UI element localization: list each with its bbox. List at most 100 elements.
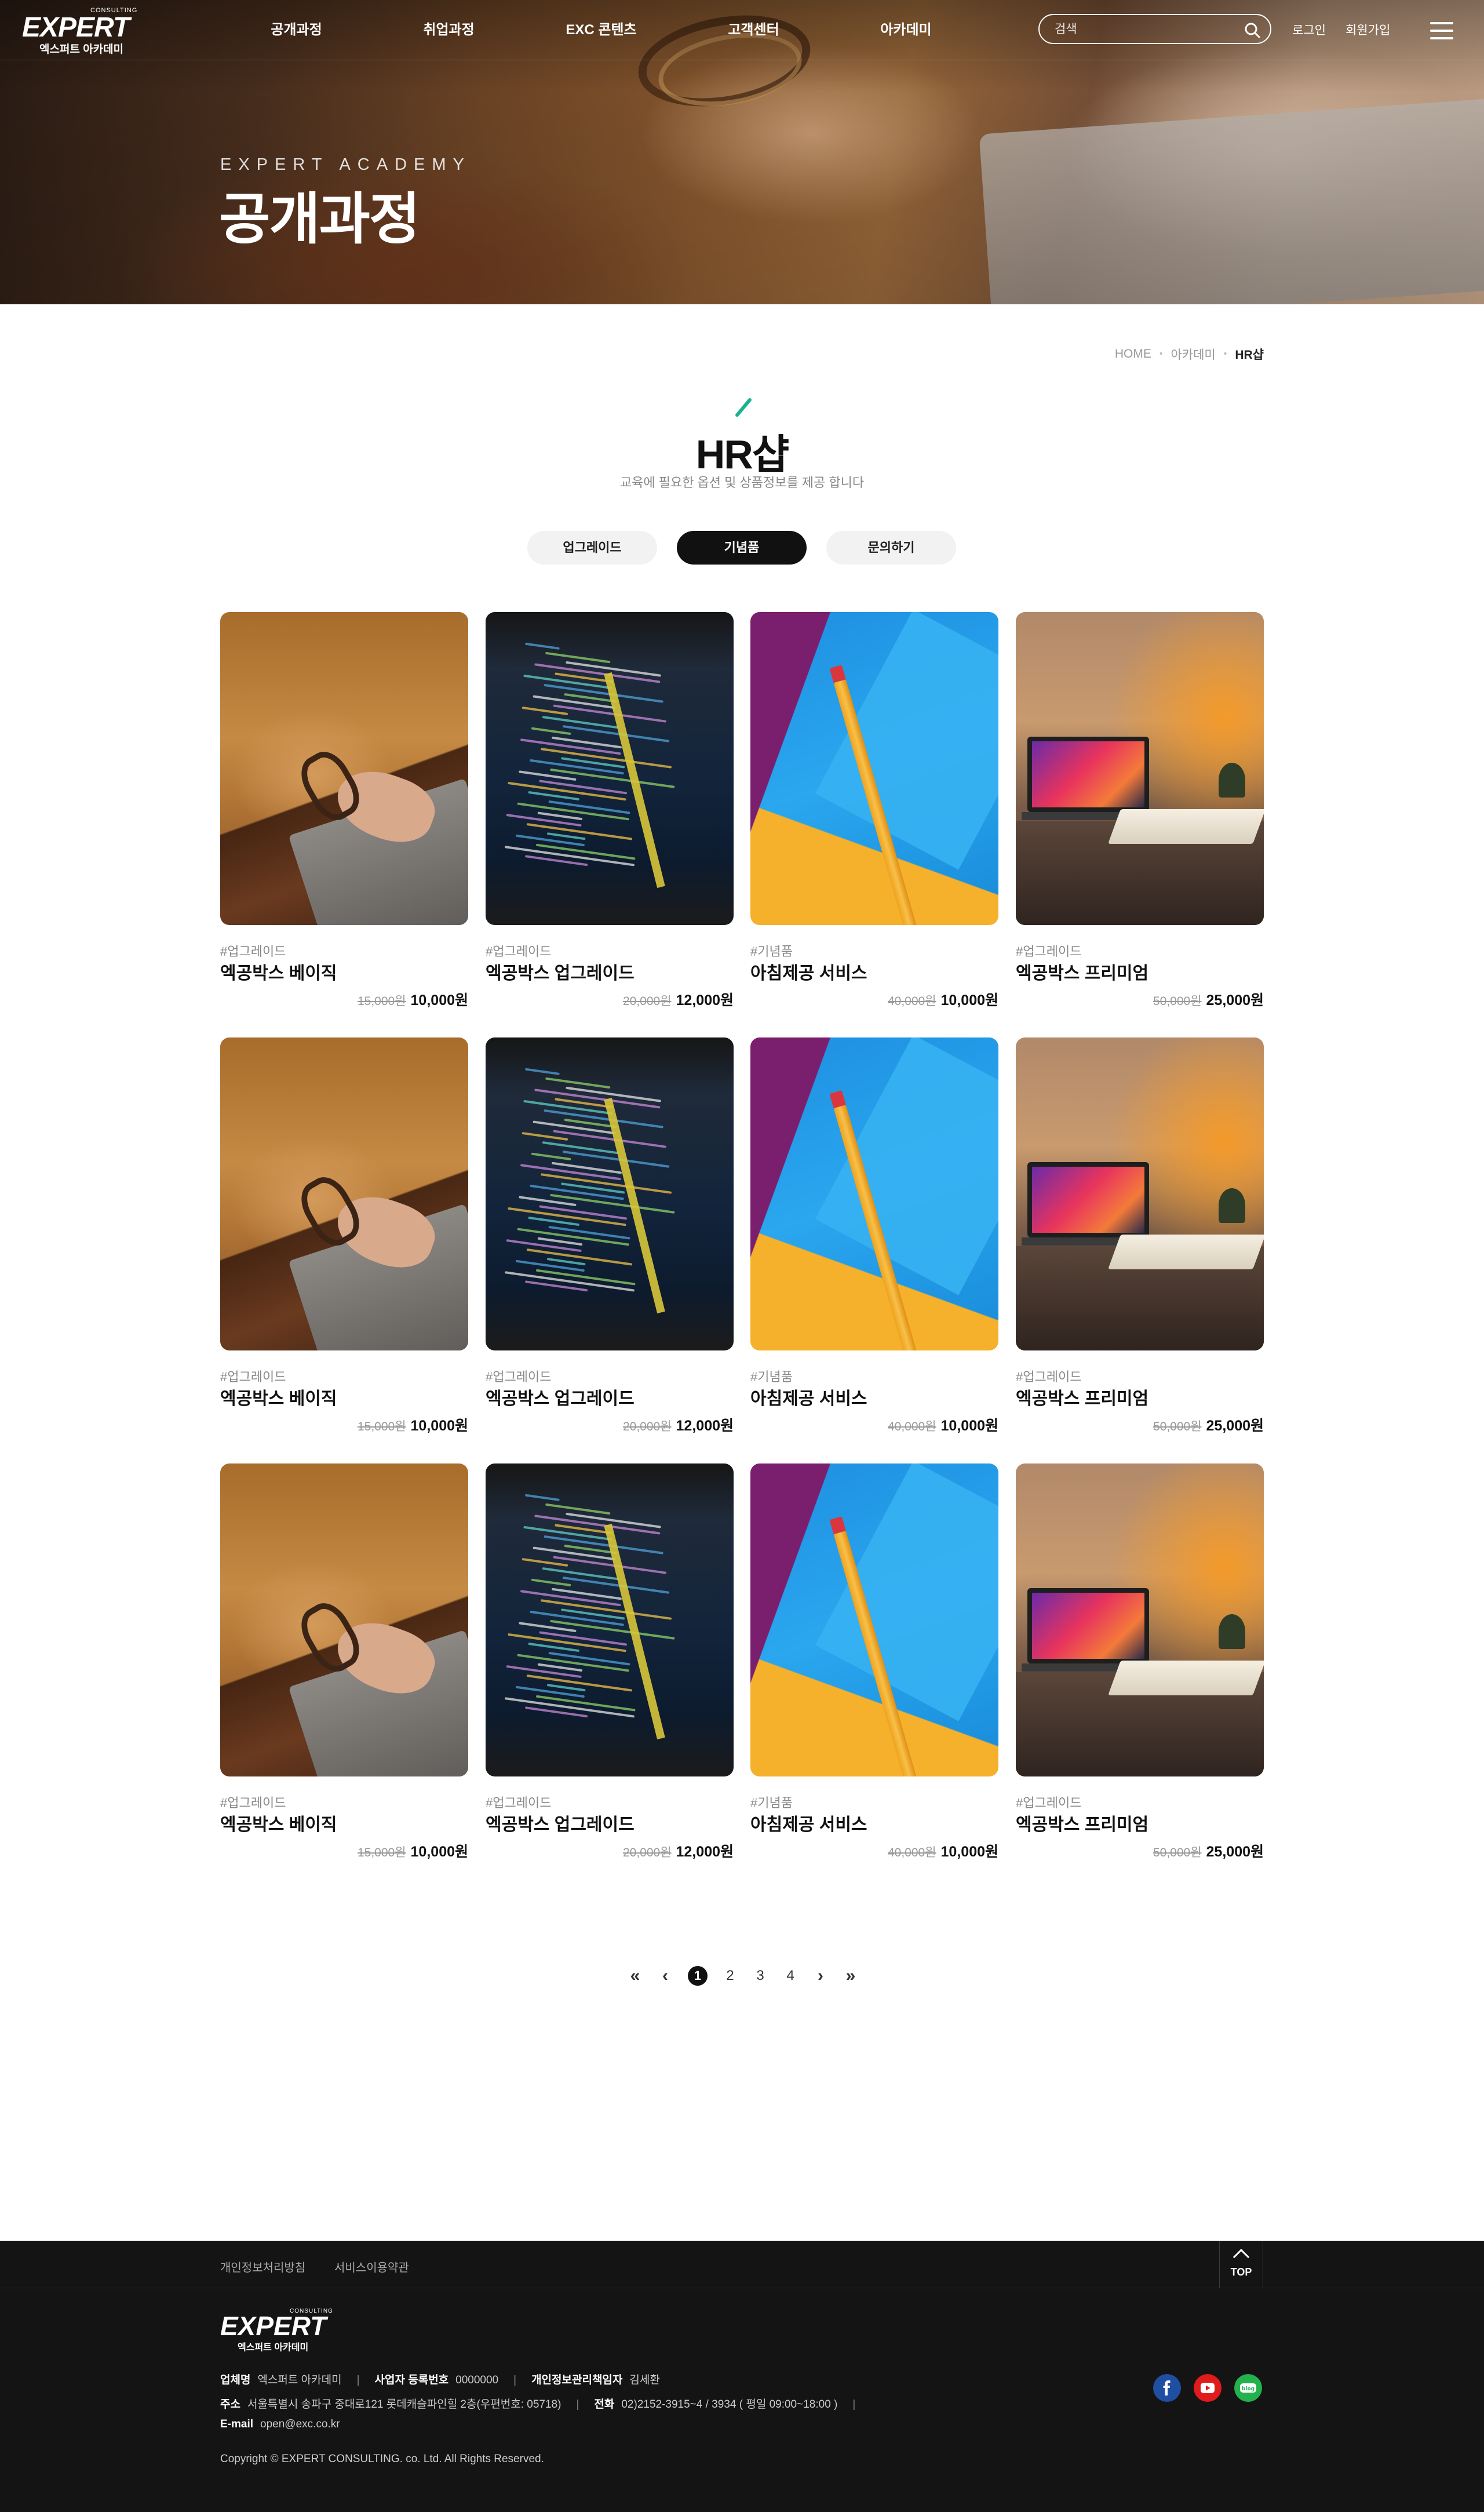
product-name[interactable]: 엑공박스 업그레이드 <box>486 959 635 984</box>
first-page-icon[interactable]: « <box>628 1966 643 1986</box>
privacy-officer-label: 개인정보관리책임자 <box>531 2374 623 2386</box>
footer-email-info: E-mail open@exc.co.kr <box>220 2418 340 2431</box>
tab-souvenir[interactable]: 기념품 <box>677 531 807 565</box>
product-image[interactable] <box>486 1463 734 1776</box>
main-nav: 공개과정 취업과정 EXC 콘텐츠 고객센터 아카데미 <box>220 0 982 60</box>
product-image[interactable] <box>750 612 998 925</box>
product-card[interactable]: #업그레이드 엑공박스 업그레이드 20,000원 12,000원 <box>486 612 734 1009</box>
product-tag: #업그레이드 <box>1016 1796 1082 1810</box>
product-sale-price: 25,000원 <box>1206 1844 1264 1860</box>
tab-inquiry[interactable]: 문의하기 <box>826 531 956 565</box>
email-label: E-mail <box>220 2418 254 2430</box>
breadcrumb-home[interactable]: HOME <box>1115 347 1151 361</box>
page-subtitle: 교육에 필요한 옵션 및 상품정보를 제공 합니다 <box>619 475 865 490</box>
product-image[interactable] <box>486 612 734 925</box>
nav-item-customer-center[interactable]: 고객센터 <box>677 0 830 60</box>
footer-company-info: 업체명 엑스퍼트 아카데미 | 사업자 등록번호 0000000 | 개인정보관리책임자 김세… <box>220 2374 660 2386</box>
product-image[interactable] <box>1016 612 1264 925</box>
product-sale-price: 10,000원 <box>940 992 998 1009</box>
product-card[interactable]: #업그레이드 엑공박스 업그레이드 20,000원 12,000원 <box>486 1037 734 1434</box>
search-input[interactable] <box>1055 21 1240 38</box>
last-page-icon[interactable]: » <box>843 1966 858 1986</box>
page-4[interactable]: 4 <box>783 1968 798 1984</box>
product-card[interactable]: #업그레이드 엑공박스 업그레이드 20,000원 12,000원 <box>486 1463 734 1861</box>
product-name[interactable]: 아침제공 서비스 <box>750 1384 867 1410</box>
product-sale-price: 12,000원 <box>676 1418 734 1434</box>
product-price-row: 15,000원 10,000원 <box>358 1840 468 1861</box>
breadcrumb-separator-icon: • <box>1159 349 1163 359</box>
product-name[interactable]: 엑공박스 베이직 <box>220 1810 337 1836</box>
product-card[interactable]: #업그레이드 엑공박스 프리미엄 50,000원 25,000원 <box>1016 1463 1264 1861</box>
breadcrumb-academy[interactable]: 아카데미 <box>1171 345 1215 363</box>
product-image[interactable] <box>220 612 468 925</box>
product-price-row: 20,000원 12,000원 <box>623 1840 734 1861</box>
product-image[interactable] <box>750 1037 998 1350</box>
breadcrumb-separator-icon: • <box>1223 349 1227 359</box>
prev-page-icon[interactable]: ‹ <box>658 1966 673 1986</box>
product-tag: #업그레이드 <box>220 1370 286 1384</box>
product-image[interactable] <box>220 1463 468 1776</box>
product-name[interactable]: 엑공박스 프리미엄 <box>1016 1810 1148 1836</box>
product-original-price: 15,000원 <box>357 1846 406 1859</box>
facebook-icon[interactable] <box>1153 2374 1181 2402</box>
scroll-top-label: TOP <box>1230 2266 1252 2278</box>
product-card[interactable]: #업그레이드 엑공박스 베이직 15,000원 10,000원 <box>220 1463 468 1861</box>
product-card[interactable]: #업그레이드 엑공박스 프리미엄 50,000원 25,000원 <box>1016 612 1264 1009</box>
footer-link-terms[interactable]: 서비스이용약관 <box>334 2258 409 2275</box>
company-name: 엑스퍼트 아카데미 <box>257 2374 342 2386</box>
next-page-icon[interactable]: › <box>813 1966 828 1986</box>
product-name[interactable]: 엑공박스 베이직 <box>220 1384 337 1410</box>
search-icon[interactable] <box>1244 21 1261 39</box>
biz-number: 0000000 <box>455 2374 499 2386</box>
signup-link[interactable]: 회원가입 <box>1346 21 1390 38</box>
product-original-price: 40,000원 <box>887 1846 936 1859</box>
product-sale-price: 25,000원 <box>1206 992 1264 1009</box>
breadcrumb-current: HR샵 <box>1235 348 1264 362</box>
product-name[interactable]: 아침제공 서비스 <box>750 1810 867 1836</box>
product-name[interactable]: 엑공박스 베이직 <box>220 959 337 984</box>
product-name[interactable]: 엑공박스 프리미엄 <box>1016 1384 1148 1410</box>
product-image[interactable] <box>1016 1037 1264 1350</box>
product-name[interactable]: 엑공박스 프리미엄 <box>1016 959 1148 984</box>
nav-item-job-course[interactable]: 취업과정 <box>373 0 525 60</box>
nav-item-public-course[interactable]: 공개과정 <box>220 0 373 60</box>
product-tag: #업그레이드 <box>220 1796 286 1810</box>
login-link[interactable]: 로그인 <box>1292 21 1326 38</box>
product-card[interactable]: #업그레이드 엑공박스 프리미엄 50,000원 25,000원 <box>1016 1037 1264 1434</box>
product-card[interactable]: #기념품 아침제공 서비스 40,000원 10,000원 <box>750 1037 998 1434</box>
youtube-icon[interactable] <box>1194 2374 1222 2402</box>
product-price-row: 50,000원 25,000원 <box>1153 989 1264 1010</box>
page-3[interactable]: 3 <box>753 1968 768 1984</box>
product-sale-price: 10,000원 <box>410 1418 468 1434</box>
product-price-row: 50,000원 25,000원 <box>1153 1840 1264 1861</box>
hamburger-menu-icon[interactable] <box>1430 22 1453 39</box>
nav-item-academy[interactable]: 아카데미 <box>830 0 982 60</box>
scroll-top-button[interactable]: TOP <box>1219 2241 1263 2288</box>
product-original-price: 50,000원 <box>1153 1420 1202 1433</box>
product-image[interactable] <box>750 1463 998 1776</box>
product-image[interactable] <box>1016 1463 1264 1776</box>
company-label: 업체명 <box>220 2374 251 2386</box>
site-logo[interactable]: CONSULTING EXPERT 엑스퍼트 아카데미 <box>22 7 147 56</box>
tab-upgrade[interactable]: 업그레이드 <box>527 531 657 565</box>
product-name[interactable]: 아침제공 서비스 <box>750 959 867 984</box>
page-2[interactable]: 2 <box>723 1968 738 1984</box>
product-card[interactable]: #기념품 아침제공 서비스 40,000원 10,000원 <box>750 1463 998 1861</box>
product-card[interactable]: #기념품 아침제공 서비스 40,000원 10,000원 <box>750 612 998 1009</box>
product-name[interactable]: 엑공박스 업그레이드 <box>486 1810 635 1836</box>
blog-icon[interactable]: blog <box>1234 2374 1262 2402</box>
product-image[interactable] <box>486 1037 734 1350</box>
product-image[interactable] <box>220 1037 468 1350</box>
breadcrumb: HOME • 아카데미 • HR샵 <box>1115 345 1264 363</box>
phone: 02)2152-3915~4 / 3934 ( 평일 09:00~18:00 ) <box>621 2398 838 2411</box>
footer-link-privacy[interactable]: 개인정보처리방침 <box>220 2258 305 2275</box>
page-1[interactable]: 1 <box>688 1966 708 1986</box>
email[interactable]: open@exc.co.kr <box>260 2418 340 2430</box>
product-tag: #업그레이드 <box>486 944 552 959</box>
product-card[interactable]: #업그레이드 엑공박스 베이직 15,000원 10,000원 <box>220 1037 468 1434</box>
nav-item-exc-content[interactable]: EXC 콘텐츠 <box>525 0 677 60</box>
product-name[interactable]: 엑공박스 업그레이드 <box>486 1384 635 1410</box>
product-price-row: 40,000원 10,000원 <box>888 1840 998 1861</box>
privacy-officer: 김세환 <box>629 2374 660 2386</box>
product-card[interactable]: #업그레이드 엑공박스 베이직 15,000원 10,000원 <box>220 612 468 1009</box>
